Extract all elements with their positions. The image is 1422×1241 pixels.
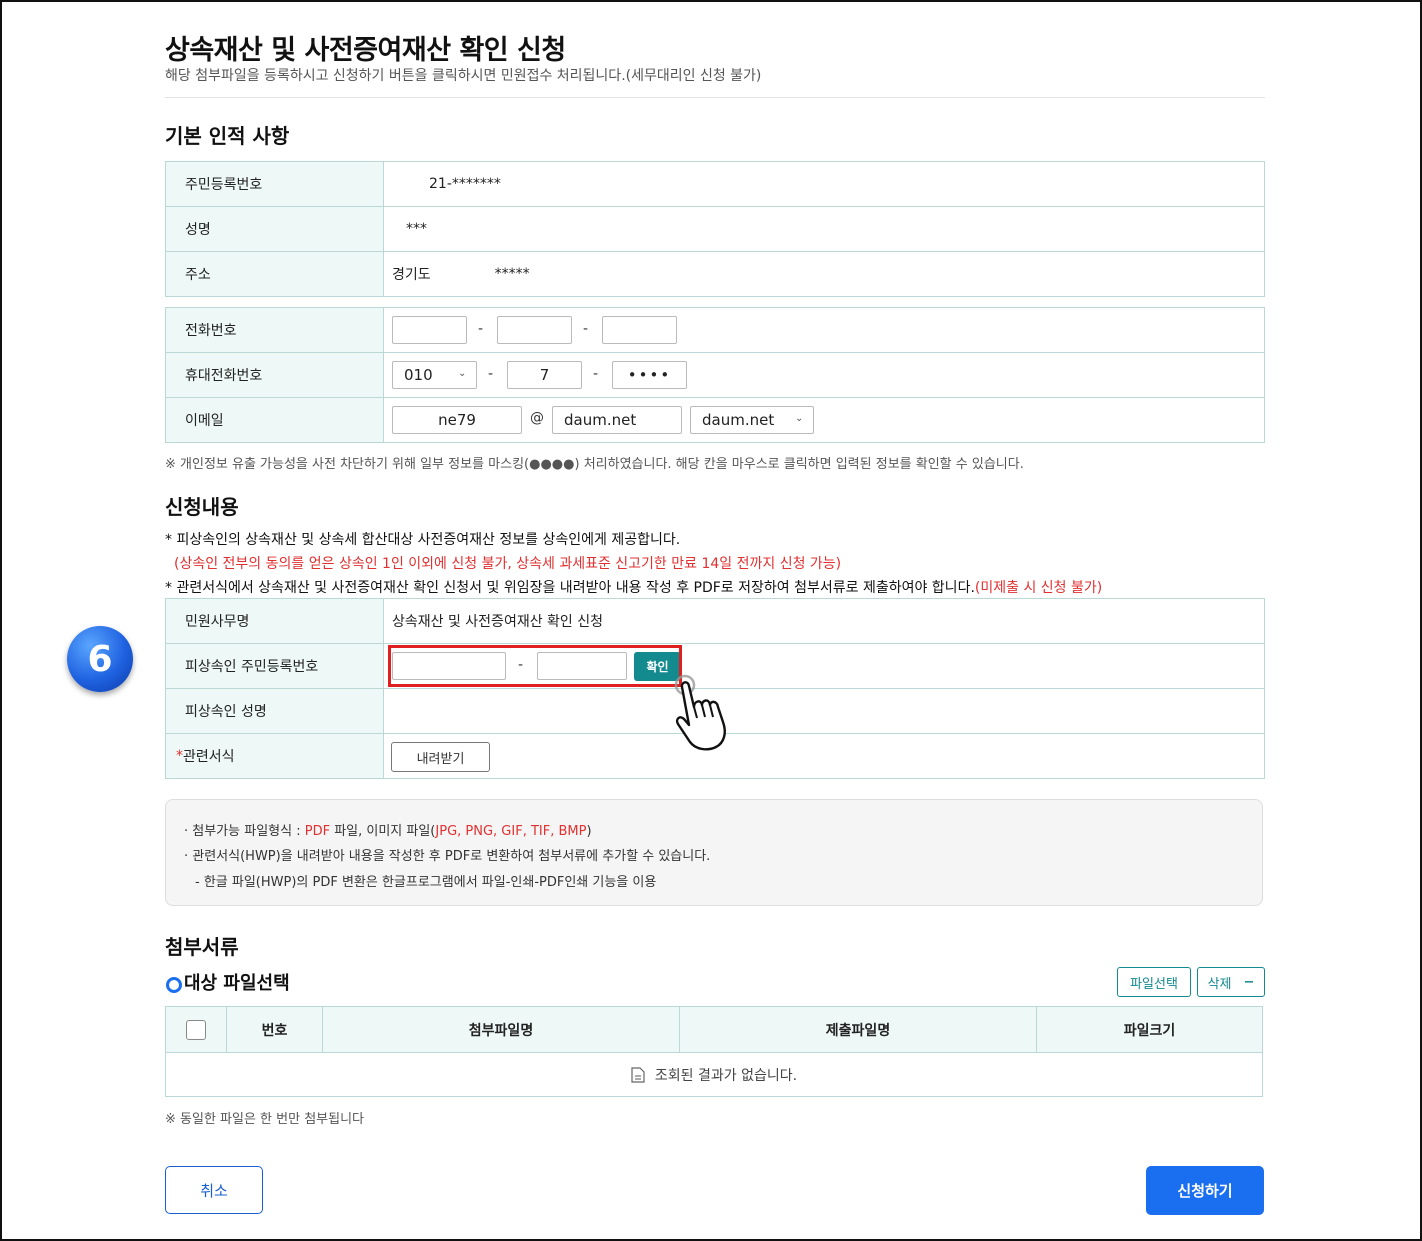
basic-info-heading: 기본 인적 사항 xyxy=(165,124,290,148)
phone-part3-input[interactable] xyxy=(602,316,677,344)
required-mark: * xyxy=(176,748,183,764)
attachments-table-header: 번호 첨부파일명 제출파일명 파일크기 xyxy=(166,1007,1262,1053)
application-bullet-2-text: * 관련서식에서 상속재산 및 사전증여재산 확인 신청서 및 위임장을 내려받… xyxy=(165,580,975,596)
page-subtitle: 해당 첨부파일을 등록하시고 신청하기 버튼을 클릭하시면 민원접수 처리됩니다… xyxy=(165,68,762,84)
rrn-row: 주민등록번호 21-******* xyxy=(166,162,1264,207)
form-label-cell: * 관련서식 xyxy=(166,734,384,778)
mobile-mid-input[interactable]: 7 xyxy=(507,361,582,389)
chevron-down-icon: ⌄ xyxy=(795,413,804,424)
info-line-1-e: ) xyxy=(586,824,592,839)
file-select-subheading: 대상 파일선택 xyxy=(184,973,290,994)
phone-part2-input[interactable] xyxy=(497,316,572,344)
select-all-checkbox[interactable] xyxy=(186,1019,206,1040)
email-id-value: ne79 xyxy=(438,411,476,429)
file-format-info-box: · 첨부가능 파일형식 : PDF 파일, 이미지 파일(JPG, PNG, G… xyxy=(165,799,1263,906)
address-label: 주소 xyxy=(166,252,384,296)
duplicate-file-note: ※ 동일한 파일은 한 번만 첨부됩니다 xyxy=(165,1112,364,1127)
mobile-dash-1: - xyxy=(488,366,494,382)
service-row: 민원사무명 상속재산 및 사전증여재산 확인 신청 xyxy=(166,599,1264,644)
pointing-hand-icon xyxy=(674,674,726,751)
minus-icon: − xyxy=(1243,974,1255,990)
masking-notice: ※ 개인정보 유출 가능성을 사전 차단하기 위해 일부 정보를 마스킹(●●●… xyxy=(165,457,1024,472)
mobile-prefix-value: 010 xyxy=(404,366,433,384)
mobile-last-input[interactable]: •••• xyxy=(612,361,687,389)
chevron-down-icon: ⌄ xyxy=(458,368,467,379)
email-domain-value: daum.net xyxy=(564,411,637,429)
address-value-cell: 경기도 ***** xyxy=(385,252,1264,296)
application-bullet-1: * 피상속인의 상속재산 및 상속세 합산대상 사전증여재산 정보를 상속인에게… xyxy=(165,532,681,548)
phone-dash-2: - xyxy=(583,321,589,337)
email-domain-select-value: daum.net xyxy=(702,411,775,429)
mobile-label: 휴대전화번호 xyxy=(166,353,384,397)
phone-dash-1: - xyxy=(478,321,484,337)
application-heading: 신청내용 xyxy=(165,495,239,519)
email-domain-select[interactable]: daum.net ⌄ xyxy=(690,406,814,434)
info-line-1: · 첨부가능 파일형식 : PDF 파일, 이미지 파일(JPG, PNG, G… xyxy=(184,820,592,839)
basic-info-table: 주민등록번호 21-******* 성명 *** 주소 경기도 ***** xyxy=(165,161,1265,297)
mobile-dash-2: - xyxy=(593,366,599,382)
mobile-last-value: •••• xyxy=(627,366,672,384)
info-line-1-c: 파일, 이미지 파일( xyxy=(330,824,436,839)
step-badge: 6 xyxy=(67,626,133,692)
cancel-button[interactable]: 취소 xyxy=(165,1166,263,1214)
rrn-value: 21-******* xyxy=(429,176,501,192)
col-attached-filename: 첨부파일명 xyxy=(323,1007,680,1052)
info-line-1-b: PDF xyxy=(304,824,331,839)
address-province: 경기도 xyxy=(392,267,431,283)
file-select-button[interactable]: 파일선택 xyxy=(1117,967,1191,997)
email-row: 이메일 ne79 @ daum.net daum.net ⌄ xyxy=(166,398,1264,442)
address-masked: ***** xyxy=(494,266,530,282)
col-submitted-filename: 제출파일명 xyxy=(680,1007,1037,1052)
name-label: 성명 xyxy=(166,207,384,251)
email-label: 이메일 xyxy=(166,398,384,442)
phone-row: 전화번호 - - xyxy=(166,308,1264,353)
service-value-cell: 상속재산 및 사전증여재산 확인 신청 xyxy=(385,599,1264,643)
download-form-button[interactable]: 내려받기 xyxy=(391,742,490,772)
delete-button[interactable]: 삭제 − xyxy=(1197,967,1265,997)
rrn-label: 주민등록번호 xyxy=(166,162,384,206)
name-value: *** xyxy=(406,221,427,237)
info-line-1-d: JPG, PNG, GIF, TIF, BMP xyxy=(435,824,587,839)
name-value-cell: *** xyxy=(385,207,1264,251)
select-all-cell xyxy=(166,1007,227,1052)
delete-button-label: 삭제 xyxy=(1207,976,1232,992)
submit-button[interactable]: 신청하기 xyxy=(1146,1166,1264,1215)
page-frame: 상속재산 및 사전증여재산 확인 신청 해당 첨부파일을 등록하시고 신청하기 … xyxy=(0,0,1422,1241)
col-file-size: 파일크기 xyxy=(1123,1022,1176,1039)
document-icon xyxy=(631,1067,645,1083)
circle-bullet-icon xyxy=(166,977,182,993)
mobile-prefix-select[interactable]: 010 ⌄ xyxy=(392,361,477,389)
info-line-2: · 관련서식(HWP)을 내려받아 내용을 작성한 후 PDF로 변환하여 첨부… xyxy=(184,849,711,864)
rrn-value-cell: 21-******* xyxy=(385,162,1264,206)
deceased-rrn-label: 피상속인 주민등록번호 xyxy=(166,644,384,688)
info-line-3: - 한글 파일(HWP)의 PDF 변환은 한글프로그램에서 파일-인쇄-PDF… xyxy=(195,875,657,890)
service-value: 상속재산 및 사전증여재산 확인 신청 xyxy=(392,614,603,630)
phone-label: 전화번호 xyxy=(166,308,384,352)
empty-results: 조회된 결과가 없습니다. xyxy=(166,1053,1262,1097)
phone-part1-input[interactable] xyxy=(392,316,467,344)
col-number: 번호 xyxy=(227,1007,323,1052)
page-title: 상속재산 및 사전증여재산 확인 신청 xyxy=(165,35,566,66)
mobile-mid-value: 7 xyxy=(539,366,550,384)
service-label: 민원사무명 xyxy=(166,599,384,643)
application-bullet-2: * 관련서식에서 상속재산 및 사전증여재산 확인 신청서 및 위임장을 내려받… xyxy=(165,577,1102,597)
application-bullet-1-warning: (상속인 전부의 동의를 얻은 상속인 1인 이외에 신청 불가, 상속세 과세… xyxy=(174,556,842,572)
highlight-box xyxy=(388,645,682,687)
email-at-sign: @ xyxy=(530,410,544,426)
mobile-row: 휴대전화번호 010 ⌄ - 7 - •••• xyxy=(166,353,1264,398)
contact-table: 전화번호 - - 휴대전화번호 010 ⌄ - 7 - •••• 이메일 ne7… xyxy=(165,307,1265,443)
address-row: 주소 경기도 ***** xyxy=(166,252,1264,296)
deceased-name-label: 피상속인 성명 xyxy=(166,689,384,733)
email-domain-input[interactable]: daum.net xyxy=(552,406,682,434)
form-label: 관련서식 xyxy=(183,749,235,765)
attachments-table: 번호 첨부파일명 제출파일명 파일크기 조회된 결과가 없습니다. xyxy=(165,1006,1263,1097)
application-bullet-2-warning: (미제출 시 신청 불가) xyxy=(974,580,1103,596)
divider xyxy=(165,97,1265,98)
info-line-1-a: · 첨부가능 파일형식 : xyxy=(184,824,305,839)
attachments-heading: 첨부서류 xyxy=(165,935,239,959)
email-id-input[interactable]: ne79 xyxy=(392,406,522,434)
name-row: 성명 *** xyxy=(166,207,1264,252)
empty-results-text: 조회된 결과가 없습니다. xyxy=(654,1068,798,1084)
